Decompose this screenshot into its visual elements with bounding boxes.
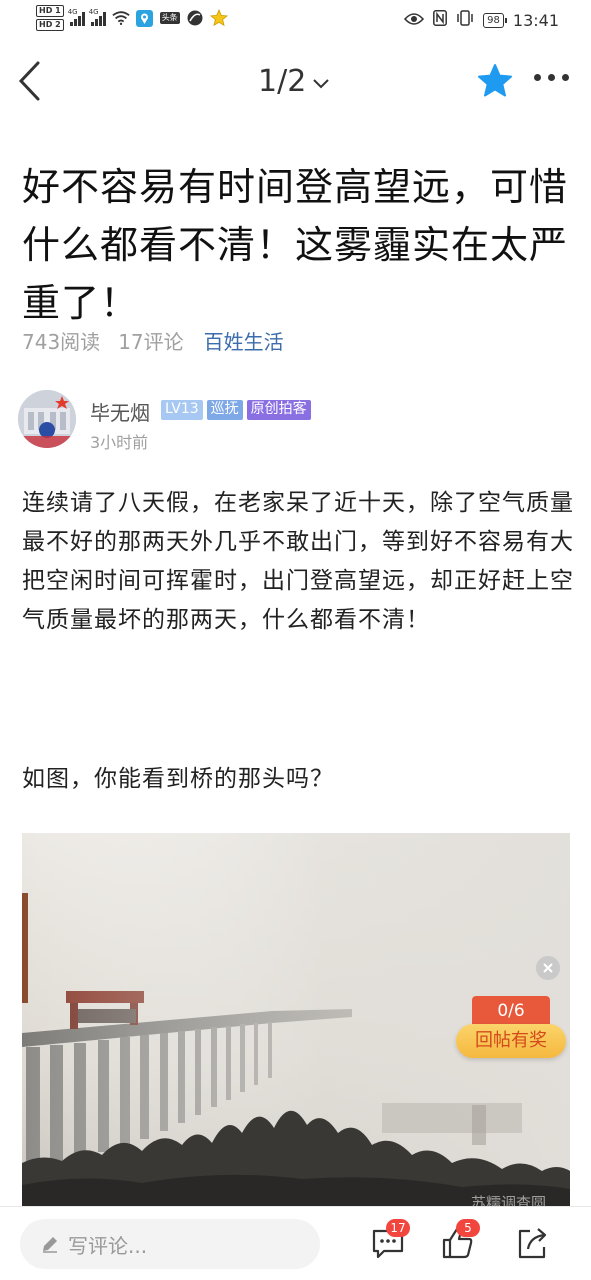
- star-icon: [478, 64, 512, 97]
- status-bar-left: HD 1 HD 2 4G 4G 头条: [36, 5, 228, 31]
- reward-label: 回帖有奖: [456, 1024, 566, 1058]
- author-badges: LV13 巡抚 原创拍客: [161, 400, 311, 420]
- avatar-image: [18, 390, 76, 448]
- browser-app-icon: [186, 9, 204, 27]
- clock: 13:41: [512, 10, 559, 30]
- status-bar: HD 1 HD 2 4G 4G 头条 98 13:41: [0, 0, 591, 42]
- chevron-left-icon: [18, 61, 40, 101]
- comment-input[interactable]: 写评论...: [20, 1219, 320, 1269]
- signal-1-icon: 4G: [67, 8, 85, 26]
- signal-2-icon: 4G: [88, 8, 106, 26]
- chevron-down-icon: [313, 78, 329, 88]
- reply-reward-widget[interactable]: 0/6 回帖有奖: [456, 994, 566, 1060]
- signal-1-tag: 4G: [67, 8, 78, 16]
- dot-icon: [548, 74, 555, 81]
- post-time: 3小时前: [90, 433, 149, 452]
- vibrate-icon: [456, 10, 474, 30]
- battery-indicator: 98: [483, 12, 507, 28]
- post-meta: 743阅读 17评论 百姓生活: [22, 326, 284, 355]
- signal-2-tag: 4G: [88, 8, 99, 16]
- nfc-icon: [433, 10, 448, 30]
- channel-link[interactable]: 百姓生活: [204, 326, 284, 355]
- pencil-icon: [43, 1237, 57, 1253]
- like-count-badge: 5: [456, 1219, 480, 1237]
- dot-icon: [562, 74, 569, 81]
- share-icon: [518, 1228, 547, 1259]
- comment-count: 17评论: [118, 330, 184, 354]
- post-paragraph-1: 连续请了八天假，在老家呆了近十天，除了空气质量最不好的那两天外几乎不敢出门，等到…: [22, 490, 574, 633]
- nav-bar: 1/2: [0, 42, 591, 122]
- more-options-button[interactable]: [534, 74, 574, 88]
- like-button[interactable]: 5: [440, 1219, 480, 1265]
- share-button[interactable]: [514, 1225, 554, 1265]
- hd-indicators: HD 1 HD 2: [36, 5, 64, 31]
- news-app-icon: 头条: [159, 9, 180, 27]
- post-title: 好不容易有时间登高望远，可惜什么都看不清！这雾霾实在太严重了！: [22, 165, 569, 325]
- role-badge: 巡抚: [206, 400, 243, 420]
- close-reward-button[interactable]: [536, 956, 560, 980]
- page-selector[interactable]: 1/2: [258, 64, 330, 99]
- eye-comfort-icon: [404, 11, 425, 30]
- level-badge: LV13: [161, 400, 203, 420]
- hd1-indicator: HD 1: [36, 5, 64, 17]
- wifi-icon: [112, 9, 130, 27]
- dot-icon: [534, 74, 541, 81]
- original-badge: 原创拍客: [246, 400, 311, 420]
- close-icon: [543, 963, 553, 973]
- read-count: 743阅读: [22, 330, 101, 354]
- avatar[interactable]: [18, 390, 76, 448]
- news-app-label: 头条: [159, 12, 180, 24]
- favorite-button[interactable]: [476, 62, 514, 100]
- author-name[interactable]: 毕无烟: [90, 397, 150, 426]
- comments-button[interactable]: 17: [370, 1219, 410, 1265]
- bottom-action-bar: 写评论... 17 5: [0, 1206, 591, 1280]
- hd2-indicator: HD 2: [36, 19, 64, 31]
- comment-placeholder: 写评论...: [68, 1233, 148, 1258]
- star-app-icon: [209, 9, 228, 27]
- comment-count-badge: 17: [386, 1219, 410, 1237]
- reward-progress: 0/6: [472, 996, 550, 1026]
- status-bar-right: 98 13:41: [404, 10, 559, 30]
- location-app-icon: [136, 9, 154, 27]
- back-button[interactable]: [14, 60, 48, 102]
- post-paragraph-2: 如图，你能看到桥的那头吗？: [22, 766, 334, 792]
- page-indicator: 1/2: [258, 64, 307, 99]
